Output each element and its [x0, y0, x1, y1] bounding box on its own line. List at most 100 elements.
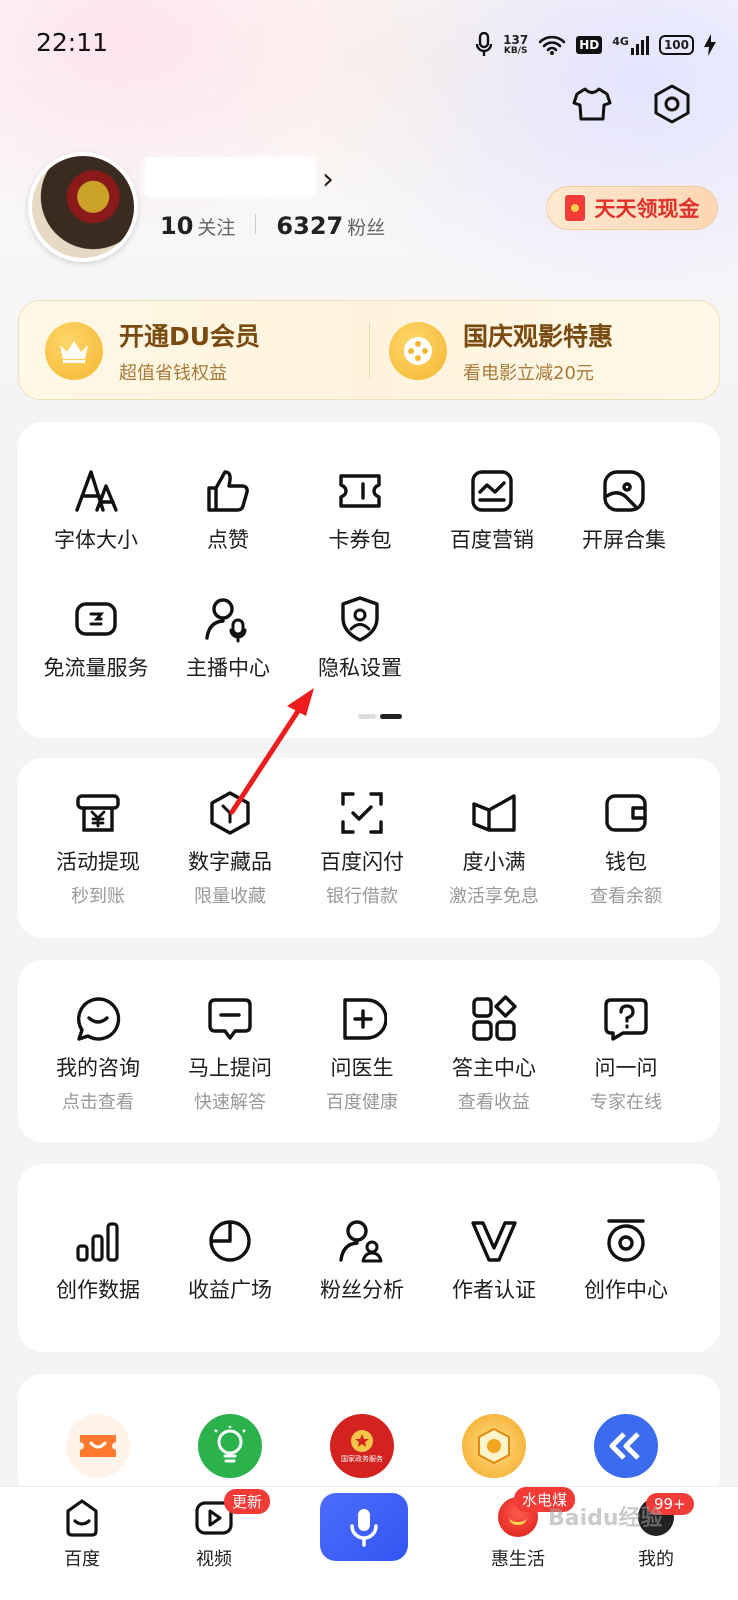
consult-my-consult[interactable]: 我的咨询 点击查看	[32, 994, 164, 1114]
finance-duxiaoman-sub: 激活享免息	[449, 886, 539, 907]
finance-flash-pay[interactable]: 百度闪付 银行借款	[296, 788, 428, 908]
tool-privacy-settings[interactable]: 隐私设置	[294, 594, 426, 682]
username-redacted[interactable]	[145, 158, 315, 196]
movie-promo[interactable]: 国庆观影特惠 看电影立减20元	[389, 301, 613, 401]
tool-splash-collection[interactable]: 开屏合集	[558, 466, 690, 554]
creator-data[interactable]: 创作数据	[32, 1216, 164, 1304]
consult-my-consult-sub: 点击查看	[62, 1092, 134, 1113]
chevron-right-icon[interactable]: ›	[322, 162, 334, 197]
service-coupon-app[interactable]	[32, 1414, 164, 1478]
finance-wallet-sub: 查看余额	[590, 886, 662, 907]
stats-divider	[255, 214, 257, 234]
film-reel-icon	[389, 322, 447, 380]
creator-center[interactable]: 创作中心	[560, 1216, 692, 1304]
finance-duxiaoman[interactable]: 度小满 激活享免息	[428, 788, 560, 908]
shirt-icon[interactable]	[570, 82, 614, 126]
nav-video-label: 视频	[196, 1549, 232, 1570]
creator-fans-analysis[interactable]: 粉丝分析	[296, 1216, 428, 1304]
finance-card: 活动提现 秒到账 数字藏品 限量收藏 百度闪付 银行借款 度小满 激活享免息 钱…	[18, 758, 720, 938]
creator-income-square[interactable]: 收益广场	[164, 1216, 296, 1304]
avatar[interactable]	[28, 152, 138, 262]
services-card: 国家政务服务	[18, 1374, 720, 1500]
signal-icon: 4G	[612, 34, 649, 55]
consult-chat-icon	[77, 997, 121, 1041]
tool-font-size[interactable]: 字体大小	[30, 466, 162, 554]
ticket-icon	[339, 474, 381, 508]
fans-count[interactable]: 6327	[276, 212, 343, 240]
finance-digital-collectible[interactable]: 数字藏品 限量收藏	[164, 788, 296, 908]
creator-data-label: 创作数据	[56, 1278, 140, 1302]
finance-withdraw-sub: 秒到账	[71, 886, 125, 907]
network-type: 4G	[612, 34, 629, 48]
profile-stats: 10 关注 6327 粉丝	[160, 212, 385, 240]
duxiaoman-icon	[472, 794, 516, 832]
finance-flash-pay-sub: 银行借款	[326, 886, 398, 907]
service-gov-app[interactable]: 国家政务服务	[296, 1414, 428, 1478]
finance-digital-collectible-label: 数字藏品	[188, 850, 272, 874]
consult-ask-expert-sub: 专家在线	[590, 1092, 662, 1113]
anchor-mic-icon	[205, 598, 247, 643]
nav-baidu-label: 百度	[64, 1549, 100, 1570]
consult-answerer-center[interactable]: 答主中心 查看收益	[428, 994, 560, 1114]
creator-author-verify-label: 作者认证	[452, 1278, 536, 1302]
hd-badge: HD	[576, 36, 603, 54]
net-speed-unit: KB/S	[503, 46, 528, 56]
page-indicator	[358, 714, 402, 719]
tool-free-data[interactable]: 免流量服务	[30, 594, 162, 682]
baidu-jingyan-watermark: Baidu经验	[548, 1506, 663, 1531]
gov-service-text: 国家政务服务	[341, 1455, 383, 1463]
gov-service-app-icon: 国家政务服务	[330, 1414, 394, 1478]
vip-promo[interactable]: 开通DU会员 超值省钱权益	[45, 301, 260, 401]
daily-cash-label: 天天领现金	[594, 197, 700, 221]
tool-coupon-pack[interactable]: 卡券包	[294, 466, 426, 554]
privacy-shield-icon	[341, 596, 379, 642]
status-icons: 137 KB/S HD 4G 100	[475, 28, 716, 62]
consult-ask-now-sub: 快速解答	[194, 1092, 266, 1113]
promo-card: 开通DU会员 超值省钱权益 国庆观影特惠 看电影立减20元	[18, 300, 720, 400]
tool-anchor-center[interactable]: 主播中心	[162, 594, 294, 682]
tool-like[interactable]: 点赞	[162, 466, 294, 554]
consult-ask-now[interactable]: 马上提问 快速解答	[164, 994, 296, 1114]
follow-label[interactable]: 关注	[197, 213, 235, 240]
fans-label[interactable]: 粉丝	[347, 213, 385, 240]
movie-promo-subtitle: 看电影立减20元	[463, 363, 594, 384]
baidu-badge-app-icon	[462, 1414, 526, 1478]
consult-answerer-center-label: 答主中心	[452, 1056, 536, 1080]
consult-ask-expert[interactable]: 问一问 专家在线	[560, 994, 692, 1114]
finance-wallet[interactable]: 钱包 查看余额	[560, 788, 692, 908]
bar-chart-icon	[76, 1222, 119, 1262]
nav-baidu[interactable]: 百度	[32, 1495, 132, 1571]
finance-wallet-label: 钱包	[605, 850, 647, 874]
consult-ask-now-label: 马上提问	[188, 1056, 272, 1080]
coupon-app-icon	[66, 1414, 130, 1478]
charging-bolt-icon	[704, 34, 716, 56]
follow-count[interactable]: 10	[160, 212, 193, 240]
finance-withdraw[interactable]: 活动提现 秒到账	[32, 788, 164, 908]
service-blue-app[interactable]	[560, 1414, 692, 1478]
consult-ask-doctor-sub: 百度健康	[326, 1092, 398, 1113]
service-baidu-badge-app[interactable]	[428, 1414, 560, 1478]
tool-baidu-marketing[interactable]: 百度营销	[426, 466, 558, 554]
service-lightbulb-app[interactable]	[164, 1414, 296, 1478]
settings-hexagon-icon[interactable]	[650, 82, 694, 126]
thumbs-up-icon	[207, 470, 249, 512]
withdraw-yen-icon	[76, 794, 120, 832]
splash-collection-icon	[603, 470, 645, 512]
tool-splash-collection-label: 开屏合集	[582, 528, 666, 552]
nav-video[interactable]: 视频 更新	[164, 1489, 271, 1571]
consult-ask-doctor[interactable]: 问医生 百度健康	[296, 994, 428, 1114]
marketing-chart-icon	[471, 470, 513, 512]
tool-anchor-center-label: 主播中心	[186, 656, 270, 680]
free-data-icon	[75, 602, 117, 636]
flash-pay-icon	[341, 792, 383, 834]
tool-like-label: 点赞	[207, 528, 249, 552]
creator-author-verify[interactable]: 作者认证	[428, 1216, 560, 1304]
voice-search-button[interactable]	[320, 1493, 408, 1561]
finance-flash-pay-label: 百度闪付	[320, 850, 404, 874]
creator-card: 创作数据 收益广场 粉丝分析 作者认证 创作中心	[18, 1164, 720, 1352]
finance-digital-collectible-sub: 限量收藏	[194, 886, 266, 907]
daily-cash-button[interactable]: 天天领现金	[546, 186, 718, 230]
ask-expert-icon	[604, 998, 648, 1041]
tools-card: 字体大小 点赞 卡券包 百度营销 开屏合集 免流量服务 主播中心 隐私设置	[18, 422, 720, 738]
digital-collectible-icon	[210, 791, 250, 835]
